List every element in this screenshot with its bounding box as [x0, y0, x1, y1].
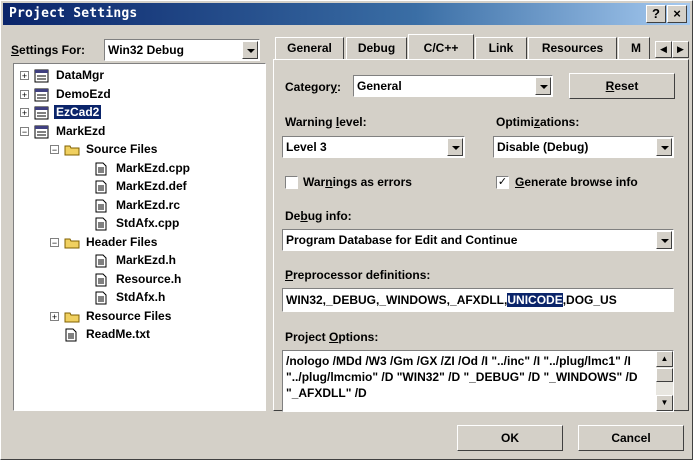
tab-resources[interactable]: Resources	[528, 37, 617, 59]
collapse-icon[interactable]: −	[50, 237, 59, 247]
source-file-icon	[94, 217, 108, 231]
generate-browse-info-label[interactable]: Generate browse info	[515, 175, 638, 189]
preprocessor-label: Preprocessor definitions:	[285, 268, 431, 282]
project-options-label: Project Options:	[285, 330, 379, 344]
project-icon	[34, 106, 49, 120]
cancel-button[interactable]: Cancel	[578, 425, 684, 451]
expand-icon[interactable]: +	[20, 71, 29, 81]
preprocessor-text-tail: ,DOG_US	[562, 293, 617, 307]
optimizations-value: Disable (Debug)	[497, 140, 589, 154]
tree-item-label: Header Files	[86, 234, 158, 249]
collapse-icon[interactable]: −	[50, 145, 59, 155]
preprocessor-selection: UNICODE	[507, 293, 563, 307]
window-title: Project Settings	[9, 6, 138, 21]
tab-scroll-left-icon[interactable]: ◀	[655, 41, 672, 58]
settings-for-combo[interactable]: Win32 Debug	[104, 39, 260, 61]
category-label: Category:	[285, 80, 342, 94]
project-options-textarea[interactable]: /nologo /MDd /W3 /Gm /GX /ZI /Od /I "../…	[282, 350, 674, 412]
tree-item-label: MarkEzd.def	[116, 179, 187, 193]
tree-item-label: StdAfx.cpp	[116, 216, 180, 230]
source-file-icon	[94, 199, 108, 212]
close-button[interactable]: ×	[667, 5, 687, 23]
header-file-icon	[94, 291, 108, 305]
folder-icon	[64, 236, 80, 249]
tab-scroll-right-icon[interactable]: ▶	[672, 41, 689, 58]
tree-item-label: ReadMe.txt	[86, 327, 151, 341]
folder-icon	[64, 310, 80, 323]
chevron-down-icon[interactable]	[656, 231, 672, 249]
chevron-down-icon[interactable]	[447, 138, 463, 156]
project-tree[interactable]: + DataMgr + DemoEzd + EzCad2 − MarkEzd − Source F…	[13, 63, 266, 411]
debug-info-value: Program Database for Edit and Continue	[286, 233, 518, 247]
chevron-down-icon[interactable]	[242, 41, 258, 59]
expand-icon[interactable]: +	[20, 89, 29, 99]
tree-item-label: MarkEzd	[56, 123, 106, 138]
tree-item-label: Resource.h	[116, 271, 182, 286]
debug-info-label: Debug info:	[285, 209, 352, 223]
warning-level-label: Warning level:	[285, 115, 367, 129]
source-file-icon	[94, 180, 108, 194]
expand-icon[interactable]: +	[50, 311, 59, 321]
settings-for-label: Settings For:	[11, 43, 86, 57]
header-file-icon	[94, 273, 108, 286]
project-icon	[34, 125, 49, 138]
scroll-up-icon[interactable]: ▲	[656, 351, 673, 367]
project-icon	[34, 69, 49, 83]
project-options-text: /nologo /MDd /W3 /Gm /GX /ZI /Od /I "../…	[286, 354, 638, 400]
reset-button[interactable]: Reset	[569, 73, 675, 99]
category-combo[interactable]: General	[353, 75, 553, 97]
tree-item-label: EzCad2	[54, 105, 102, 119]
project-settings-window: Project Settings ? × Settings For: Win32…	[0, 0, 693, 460]
tab-more[interactable]: M	[618, 37, 650, 59]
scroll-thumb[interactable]	[656, 368, 673, 382]
optimizations-combo[interactable]: Disable (Debug)	[493, 136, 674, 158]
tree-item-label: DataMgr	[56, 68, 105, 82]
ok-button[interactable]: OK	[457, 425, 563, 451]
tree-item-label: MarkEzd.h	[116, 253, 177, 267]
text-file-icon	[64, 328, 78, 342]
tab-debug[interactable]: Debug	[346, 37, 407, 59]
tab-c-cpp[interactable]: C/C++	[408, 34, 474, 60]
tree-item-label: MarkEzd.rc	[116, 197, 181, 212]
project-icon	[34, 88, 49, 101]
chevron-down-icon[interactable]	[535, 77, 551, 95]
settings-for-value: Win32 Debug	[108, 43, 184, 57]
optimizations-label: Optimizations:	[496, 115, 580, 129]
warning-level-combo[interactable]: Level 3	[282, 136, 465, 158]
vertical-scrollbar[interactable]: ▲ ▼	[656, 351, 673, 411]
warning-level-value: Level 3	[286, 140, 327, 154]
title-bar[interactable]: Project Settings ? ×	[3, 3, 690, 25]
debug-info-combo[interactable]: Program Database for Edit and Continue	[282, 229, 674, 251]
collapse-icon[interactable]: −	[20, 126, 29, 136]
category-value: General	[357, 79, 402, 93]
chevron-down-icon[interactable]	[656, 138, 672, 156]
warnings-as-errors-checkbox[interactable]	[285, 176, 298, 189]
warnings-as-errors-label[interactable]: Warnings as errors	[303, 175, 412, 189]
scroll-down-icon[interactable]: ▼	[656, 395, 673, 411]
generate-browse-info-checkbox[interactable]: ✓	[496, 176, 509, 189]
tree-item-label: DemoEzd	[56, 86, 111, 101]
tree-item-label: Source Files	[86, 142, 158, 156]
preprocessor-input[interactable]: WIN32,_DEBUG,_WINDOWS,_AFXDLL,UNICODE,DO…	[282, 288, 674, 312]
help-button[interactable]: ?	[646, 5, 666, 23]
tab-link[interactable]: Link	[475, 37, 527, 59]
tab-general[interactable]: General	[275, 37, 344, 59]
tree-item-label: StdAfx.h	[116, 290, 166, 304]
expand-icon[interactable]: +	[20, 108, 29, 118]
source-file-icon	[94, 162, 108, 175]
folder-icon	[64, 143, 80, 156]
tree-item-label: Resource Files	[86, 308, 172, 323]
tree-item-label: MarkEzd.cpp	[116, 160, 191, 175]
preprocessor-text: WIN32,_DEBUG,_WINDOWS,_AFXDLL,	[286, 293, 508, 307]
header-file-icon	[94, 254, 108, 268]
